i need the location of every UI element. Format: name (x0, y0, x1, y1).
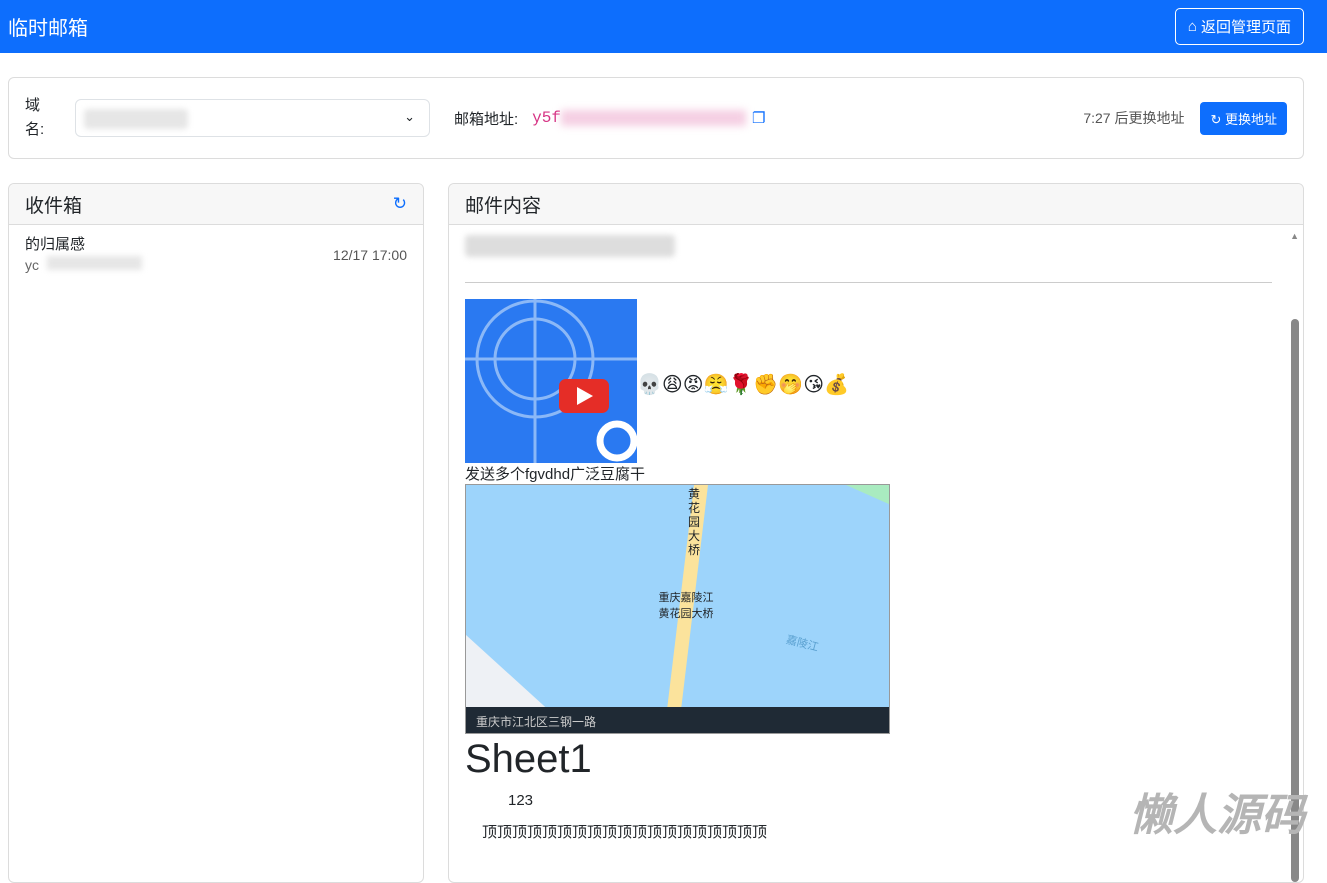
chevron-down-icon: ⌄ (404, 109, 415, 124)
copy-icon[interactable]: ❐ (752, 109, 765, 127)
domain-select[interactable]: ⌄ (75, 99, 430, 137)
back-to-admin-button[interactable]: ⌂ 返回管理页面 (1174, 8, 1304, 45)
app-title: 临时邮箱 (8, 18, 88, 40)
email-address: y5f (532, 109, 746, 127)
sheet-title: Sheet1 (465, 737, 592, 781)
mail-content-panel: 邮件内容 💀😩😡😤🌹✊🤭😘💰 发送多个fgvdhd广泛豆腐干 黄花园大桥 重庆嘉… (448, 183, 1304, 883)
mail-text: 发送多个fgvdhd广泛豆腐干 (465, 466, 646, 483)
map-image[interactable]: 黄花园大桥 重庆嘉陵江黄花园大桥 嘉陵江 重庆市江北区三钢一路 (465, 484, 890, 734)
domain-label: 域名: (25, 97, 45, 138)
scroll-up-arrow[interactable]: ▲ (1290, 231, 1299, 241)
navbar: 临时邮箱 ⌂ 返回管理页面 (0, 0, 1327, 53)
divider (465, 282, 1272, 283)
inbox-title: 收件箱 (25, 195, 83, 217)
inbox-panel: 收件箱 ↻ 的归属感 yc 12/17 17:00 (8, 183, 424, 883)
mail-title: 邮件内容 (465, 195, 542, 217)
countdown: 7:27 后更换地址 (1083, 110, 1185, 126)
list-item[interactable]: 的归属感 yc 12/17 17:00 (9, 225, 423, 279)
refresh-icon[interactable]: ↻ (393, 194, 407, 214)
change-address-button[interactable]: ↻ 更换地址 (1200, 101, 1287, 135)
home-icon: ⌂ (1187, 18, 1197, 35)
address-label: 邮箱地址: (454, 110, 519, 128)
video-thumbnail[interactable] (465, 299, 637, 463)
address-bar: 域名: ⌄ 邮箱地址: y5f ❐ 7:27 后更换地址 ↻ 更换地址 (8, 77, 1304, 159)
watermark: 懒人源码 (1129, 791, 1305, 840)
emoji-row: 💀😩😡😤🌹✊🤭😘💰 (637, 374, 849, 396)
